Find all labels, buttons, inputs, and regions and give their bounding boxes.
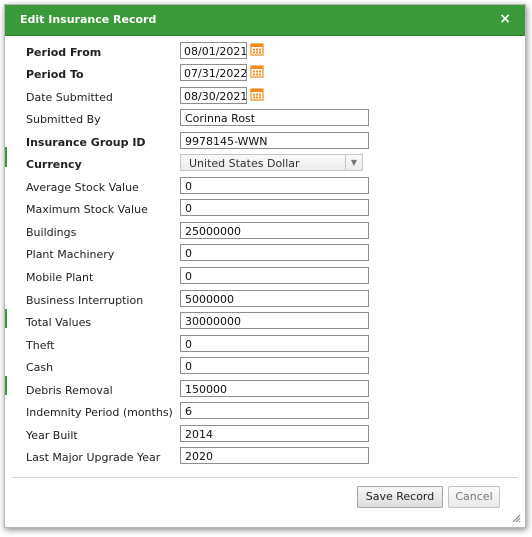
calendar-icon[interactable]: [250, 42, 264, 56]
calendar-icon[interactable]: [250, 64, 264, 78]
dialog-title: Edit Insurance Record: [20, 13, 157, 26]
dialog-titlebar[interactable]: Edit Insurance Record ×: [5, 5, 525, 36]
row-mobile-plant: Mobile Plant 0: [5, 267, 525, 289]
last-major-upgrade-year-label: Last Major Upgrade Year: [26, 451, 161, 464]
row-indemnity-period: Indemnity Period (months) 6: [5, 402, 525, 424]
date-submitted-input[interactable]: 08/30/2021: [180, 87, 247, 104]
mobile-plant-label: Mobile Plant: [26, 271, 94, 284]
cash-label: Cash: [26, 361, 54, 374]
theft-input[interactable]: 0: [180, 335, 369, 352]
row-submitted-by: Submitted By Corinna Rost: [5, 109, 525, 131]
business-interruption-input[interactable]: 5000000: [180, 290, 369, 307]
date-submitted-label: Date Submitted: [26, 91, 113, 104]
row-buildings: Buildings 25000000: [5, 222, 525, 244]
year-built-label: Year Built: [26, 429, 78, 442]
row-period-to: Period To 07/31/2022: [5, 64, 525, 86]
average-stock-value-input[interactable]: 0: [180, 177, 369, 194]
edit-insurance-dialog: Edit Insurance Record × Period From 08/0…: [4, 4, 526, 528]
average-stock-value-label: Average Stock Value: [26, 181, 139, 194]
period-from-label: Period From: [26, 46, 102, 59]
submitted-by-label: Submitted By: [26, 113, 101, 126]
row-date-submitted: Date Submitted 08/30/2021: [5, 87, 525, 109]
period-to-input[interactable]: 07/31/2022: [180, 64, 247, 81]
row-business-interruption: Business Interruption 5000000: [5, 290, 525, 312]
cancel-button[interactable]: Cancel: [448, 486, 500, 508]
buildings-input[interactable]: 25000000: [180, 222, 369, 239]
period-to-label: Period To: [26, 68, 84, 81]
total-values-label: Total Values: [26, 316, 92, 329]
plant-machinery-label: Plant Machinery: [26, 248, 115, 261]
indemnity-period-label: Indemnity Period (months): [26, 406, 173, 419]
row-total-values: Total Values 30000000: [5, 312, 525, 334]
row-debris-removal: Debris Removal 150000: [5, 380, 525, 402]
debris-removal-input[interactable]: 150000: [180, 380, 369, 397]
row-insurance-group-id: Insurance Group ID 9978145-WWN: [5, 132, 525, 154]
period-from-input[interactable]: 08/01/2021: [180, 42, 247, 59]
row-plant-machinery: Plant Machinery 0: [5, 244, 525, 266]
maximum-stock-value-input[interactable]: 0: [180, 199, 369, 216]
row-theft: Theft 0: [5, 335, 525, 357]
mobile-plant-input[interactable]: 0: [180, 267, 369, 284]
row-last-major-upgrade-year: Last Major Upgrade Year 2020: [5, 447, 525, 469]
year-built-input[interactable]: 2014: [180, 425, 369, 442]
maximum-stock-value-label: Maximum Stock Value: [26, 203, 148, 216]
footer-divider: [12, 477, 518, 478]
indemnity-period-input[interactable]: 6: [180, 402, 369, 419]
insurance-group-id-input[interactable]: 9978145-WWN: [180, 132, 369, 149]
close-icon[interactable]: ×: [499, 12, 511, 26]
chevron-down-icon[interactable]: ▼: [345, 155, 362, 170]
row-maximum-stock-value: Maximum Stock Value 0: [5, 199, 525, 221]
submitted-by-input[interactable]: Corinna Rost: [180, 109, 369, 126]
row-currency: Currency United States Dollar ▼: [5, 154, 525, 176]
cash-input[interactable]: 0: [180, 357, 369, 374]
resize-grip-icon[interactable]: [511, 513, 521, 523]
save-record-button[interactable]: Save Record: [357, 486, 443, 508]
buildings-label: Buildings: [26, 226, 77, 239]
row-average-stock-value: Average Stock Value 0: [5, 177, 525, 199]
total-values-input[interactable]: 30000000: [180, 312, 369, 329]
currency-label: Currency: [26, 158, 82, 171]
theft-label: Theft: [26, 339, 55, 352]
debris-removal-label: Debris Removal: [26, 384, 113, 397]
row-cash: Cash 0: [5, 357, 525, 379]
insurance-group-id-label: Insurance Group ID: [26, 136, 146, 149]
currency-selected-value: United States Dollar: [189, 157, 300, 170]
calendar-icon[interactable]: [250, 87, 264, 101]
row-year-built: Year Built 2014: [5, 425, 525, 447]
last-major-upgrade-year-input[interactable]: 2020: [180, 447, 369, 464]
plant-machinery-input[interactable]: 0: [180, 244, 369, 261]
business-interruption-label: Business Interruption: [26, 294, 144, 307]
row-period-from: Period From 08/01/2021: [5, 42, 525, 64]
currency-select[interactable]: United States Dollar ▼: [180, 154, 363, 171]
